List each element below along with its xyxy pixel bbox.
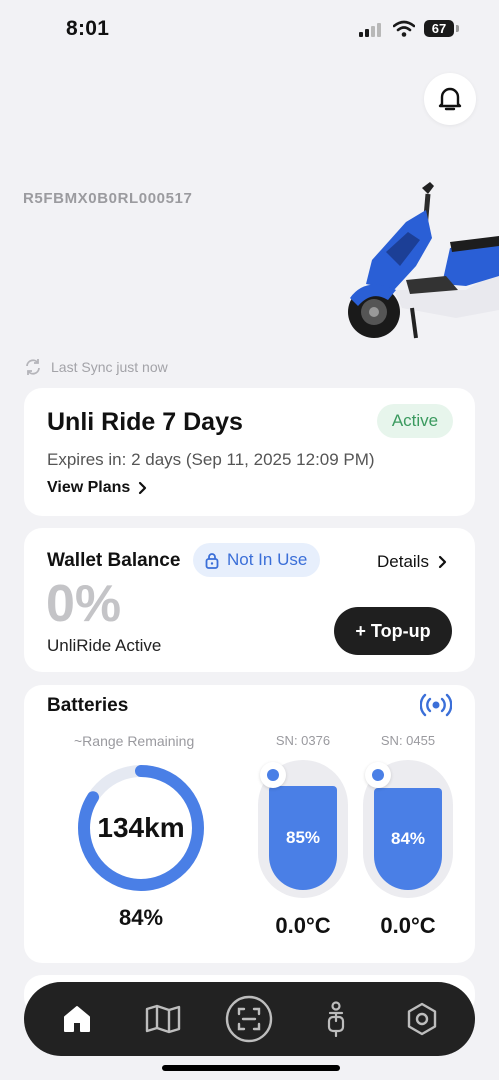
details-label: Details bbox=[377, 552, 429, 571]
wallet-badge-label: Not In Use bbox=[227, 550, 308, 569]
battery-percent: 84% bbox=[390, 829, 426, 848]
lock-icon bbox=[205, 552, 219, 569]
battery-overall-percent: 84% bbox=[118, 905, 164, 930]
status-badge: Active bbox=[377, 404, 453, 438]
battery-pack-body: 85% bbox=[258, 760, 348, 898]
nav-home[interactable] bbox=[47, 989, 107, 1049]
nav-settings[interactable] bbox=[392, 989, 452, 1049]
range-label: ~Range Remaining bbox=[74, 733, 195, 749]
wallet-usage-badge: Not In Use bbox=[193, 543, 321, 577]
battery-pack-1[interactable]: SN: 0376 85% 0.0°C bbox=[258, 733, 348, 939]
batteries-title: Batteries bbox=[47, 695, 129, 716]
battery-indicator-dot bbox=[260, 762, 286, 788]
sync-status: Last Sync just now bbox=[24, 358, 168, 376]
map-icon bbox=[146, 1004, 181, 1034]
nav-ride[interactable] bbox=[306, 989, 366, 1049]
battery-temperature: 0.0°C bbox=[380, 913, 436, 938]
wallet-details-link[interactable]: Details bbox=[377, 552, 447, 572]
battery-level-fill: 84% bbox=[374, 788, 442, 890]
sync-text: Last Sync just now bbox=[51, 359, 168, 375]
battery-serial: SN: 0376 bbox=[275, 733, 331, 748]
battery-temperature: 0.0°C bbox=[275, 913, 331, 938]
battery-pack-body: 84% bbox=[363, 760, 453, 898]
chevron-right-icon bbox=[438, 555, 447, 569]
plan-expiry: Expires in: 2 days (Sep 11, 2025 12:09 P… bbox=[47, 450, 375, 469]
broadcast-icon[interactable] bbox=[420, 693, 452, 717]
plan-card: Unli Ride 7 Days Active Expires in: 2 da… bbox=[24, 388, 475, 516]
wallet-status: UnliRide Active bbox=[47, 636, 162, 655]
scan-icon bbox=[226, 995, 273, 1043]
view-plans-link[interactable]: View Plans bbox=[47, 479, 147, 497]
home-indicator bbox=[162, 1065, 340, 1071]
battery-indicator-dot bbox=[365, 762, 391, 788]
scooter-image bbox=[348, 182, 499, 339]
notifications-button[interactable] bbox=[424, 73, 476, 125]
battery-percent: 85% bbox=[285, 828, 321, 847]
bell-icon bbox=[438, 87, 462, 111]
chevron-right-icon bbox=[139, 481, 147, 495]
battery-serial: SN: 0455 bbox=[380, 733, 436, 748]
range-value: 134km bbox=[97, 812, 185, 843]
sync-icon bbox=[26, 359, 40, 375]
top-up-button[interactable]: + Top-up bbox=[334, 607, 452, 655]
nav-map[interactable] bbox=[133, 989, 193, 1049]
wallet-balance: 0% bbox=[46, 575, 122, 633]
plan-title: Unli Ride 7 Days bbox=[47, 408, 243, 436]
battery-pack-2[interactable]: SN: 0455 84% 0.0°C bbox=[363, 733, 453, 939]
wallet-title: Wallet Balance bbox=[47, 550, 181, 571]
home-icon bbox=[64, 1006, 91, 1032]
wifi-icon bbox=[393, 20, 415, 37]
battery-level-fill: 85% bbox=[269, 786, 337, 890]
status-time: 8:01 bbox=[66, 17, 110, 40]
scooter-rider-icon bbox=[327, 1001, 344, 1037]
hexagon-settings-icon bbox=[407, 1002, 437, 1036]
battery-cap bbox=[456, 25, 459, 32]
vehicle-id: R5FBMX0B0RL000517 bbox=[23, 190, 193, 207]
batteries-card: Batteries ~Range Remaining 134km 84% SN:… bbox=[24, 685, 475, 963]
view-plans-label: View Plans bbox=[47, 479, 131, 496]
status-bar: 8:01 67 bbox=[0, 0, 499, 58]
battery-icon: 67 bbox=[424, 20, 454, 37]
cellular-signal-icon bbox=[359, 23, 381, 37]
nav-scan[interactable] bbox=[219, 989, 279, 1049]
bottom-nav bbox=[24, 982, 475, 1056]
wallet-card: Wallet Balance Not In Use Details 0% Unl… bbox=[24, 528, 475, 672]
